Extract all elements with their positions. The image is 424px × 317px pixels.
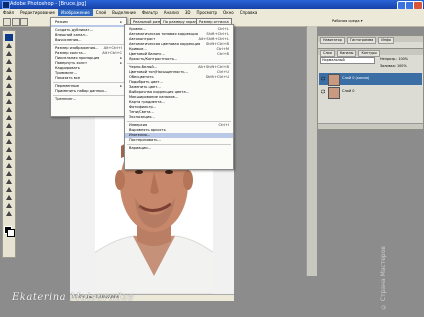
watermark: © Страна Мастеров [380,246,387,310]
menu-item[interactable]: Слой [93,9,109,16]
blend-mode-select[interactable]: Нормальный [320,57,375,64]
photoshop-app-icon [2,1,10,9]
navigator-panel-tabs: Навигатор Гистограмма Инфо [318,36,423,44]
zoom-in-icon[interactable] [12,18,20,26]
panel-tab[interactable]: Слои [320,50,335,57]
panel-tab[interactable]: Навигатор [320,37,345,44]
type-icon[interactable] [5,162,13,169]
notes-icon[interactable] [5,186,13,193]
gradient-icon[interactable] [5,130,13,137]
title-bar: Adobe Photoshop - [Bruce.jpg] [0,0,424,10]
menu-item-label: Вариации... [129,146,152,150]
layers-panel: Слои Каналы Контуры Нормальный Непрозр.: 1… [317,48,424,130]
adjustments-menu-item[interactable]: Яркость/Контрастность... [125,57,233,62]
window-title: Adobe Photoshop - [Bruce.jpg] [10,1,87,7]
history-brush-icon[interactable] [5,114,13,121]
menu-item[interactable]: Просмотр [194,9,221,16]
menu-item[interactable]: Выделение [109,9,139,16]
menu-separator [127,121,231,122]
image-menu: Режим ▸ Создать дубликат... Внешний канал..… [50,17,127,117]
eye-icon[interactable] [320,89,326,94]
panel-tab[interactable]: Гистограмма [346,37,377,44]
layers-panel-footer [318,123,423,129]
path-select-icon[interactable] [5,170,13,177]
pen-icon[interactable] [5,154,13,161]
menu-item[interactable]: Анализ [161,9,182,16]
menu-separator [53,82,124,83]
toolbox [2,30,16,258]
move-icon[interactable] [5,42,13,49]
menu-item-label: Применить набор данных... [55,89,108,93]
fill-field[interactable]: Заливка: 100% [380,64,407,68]
zoom-icon[interactable] [5,210,13,217]
adjustments-menu-item[interactable]: Вариации... [125,146,233,151]
image-menu-item[interactable]: Показать все [51,76,126,81]
layer-name: Слой 0 (копия) [342,76,370,80]
panel-tab[interactable]: Контуры [358,50,380,57]
image-menu-item[interactable]: Вычисления... [51,38,126,43]
image-menu-item[interactable]: Треппинг... [51,97,126,102]
menu-separator [53,44,124,45]
menu-separator [127,63,231,64]
adjustments-submenu: Уровни... Ctrl+L Автоматическая тоновая ко… [124,24,234,170]
crop-icon[interactable] [5,74,13,81]
image-menu-item[interactable]: Применить набор данных... [51,89,126,94]
panel-tab[interactable]: Каналы [336,50,357,57]
workspace-menu[interactable]: Рабочая среда ▾ [330,18,365,24]
eyedropper-icon[interactable] [5,194,13,201]
layer-row[interactable]: Слой 0 [319,86,422,99]
panel-tab[interactable]: Инфо [378,37,395,44]
slice-icon[interactable] [5,82,13,89]
menu-image[interactable]: Изображение [57,9,93,16]
menu-separator [127,144,231,145]
healing-icon[interactable] [5,90,13,97]
menu-item[interactable]: Редактирование [17,9,58,16]
menu-item[interactable]: Фильтр [139,9,161,16]
marquee-icon[interactable] [5,50,13,57]
layer-thumbnail [328,74,340,86]
signature: Ekaterina Maisuradze [12,292,135,303]
dodge-icon[interactable] [5,146,13,153]
layer-row[interactable]: Слой 0 (копия) [319,73,422,86]
eye-icon[interactable] [320,76,326,81]
menu-item[interactable]: Окно [220,9,237,16]
menu-item[interactable]: 3D [182,9,194,16]
stamp-icon[interactable] [5,106,13,113]
menu-separator [53,95,124,96]
menu-item[interactable]: Справка [237,9,261,16]
menu-item-label: Экспозиция... [129,115,155,119]
adjustments-menu-item[interactable]: Постеризовать... [125,138,233,143]
opacity-field[interactable]: Непрозр.: 100% [380,57,408,61]
menu-item-label: Яркость/Контрастность... [129,57,178,61]
layers-panel-tabs: Слои Каналы Контуры [318,49,423,57]
photoshop-logo-icon[interactable] [5,34,13,41]
eraser-icon[interactable] [5,122,13,129]
hand-icon[interactable] [5,202,13,209]
menu-item-label: Постеризовать... [129,138,161,142]
lasso-icon[interactable] [5,58,13,65]
image-menu-adjustments-item[interactable] [51,25,126,27]
menu-item[interactable]: Файл [0,9,17,16]
menu-item-label: Вычисления... [55,38,82,42]
background-color-swatch[interactable] [7,229,15,237]
tool-preset-icon[interactable] [3,18,11,26]
layer-name: Слой 0 [342,89,355,93]
blur-icon[interactable] [5,138,13,145]
shape-icon[interactable] [5,178,13,185]
zoom-out-icon[interactable] [20,18,28,26]
panel-dock-strip [306,26,317,276]
brush-icon[interactable] [5,98,13,105]
menu-item-label: Треппинг... [55,97,77,101]
adjustments-menu-item[interactable]: Экспозиция... [125,115,233,120]
menu-item-label: Показать все [55,76,81,80]
quick-select-icon[interactable] [5,66,13,73]
layer-thumbnail [328,87,340,99]
